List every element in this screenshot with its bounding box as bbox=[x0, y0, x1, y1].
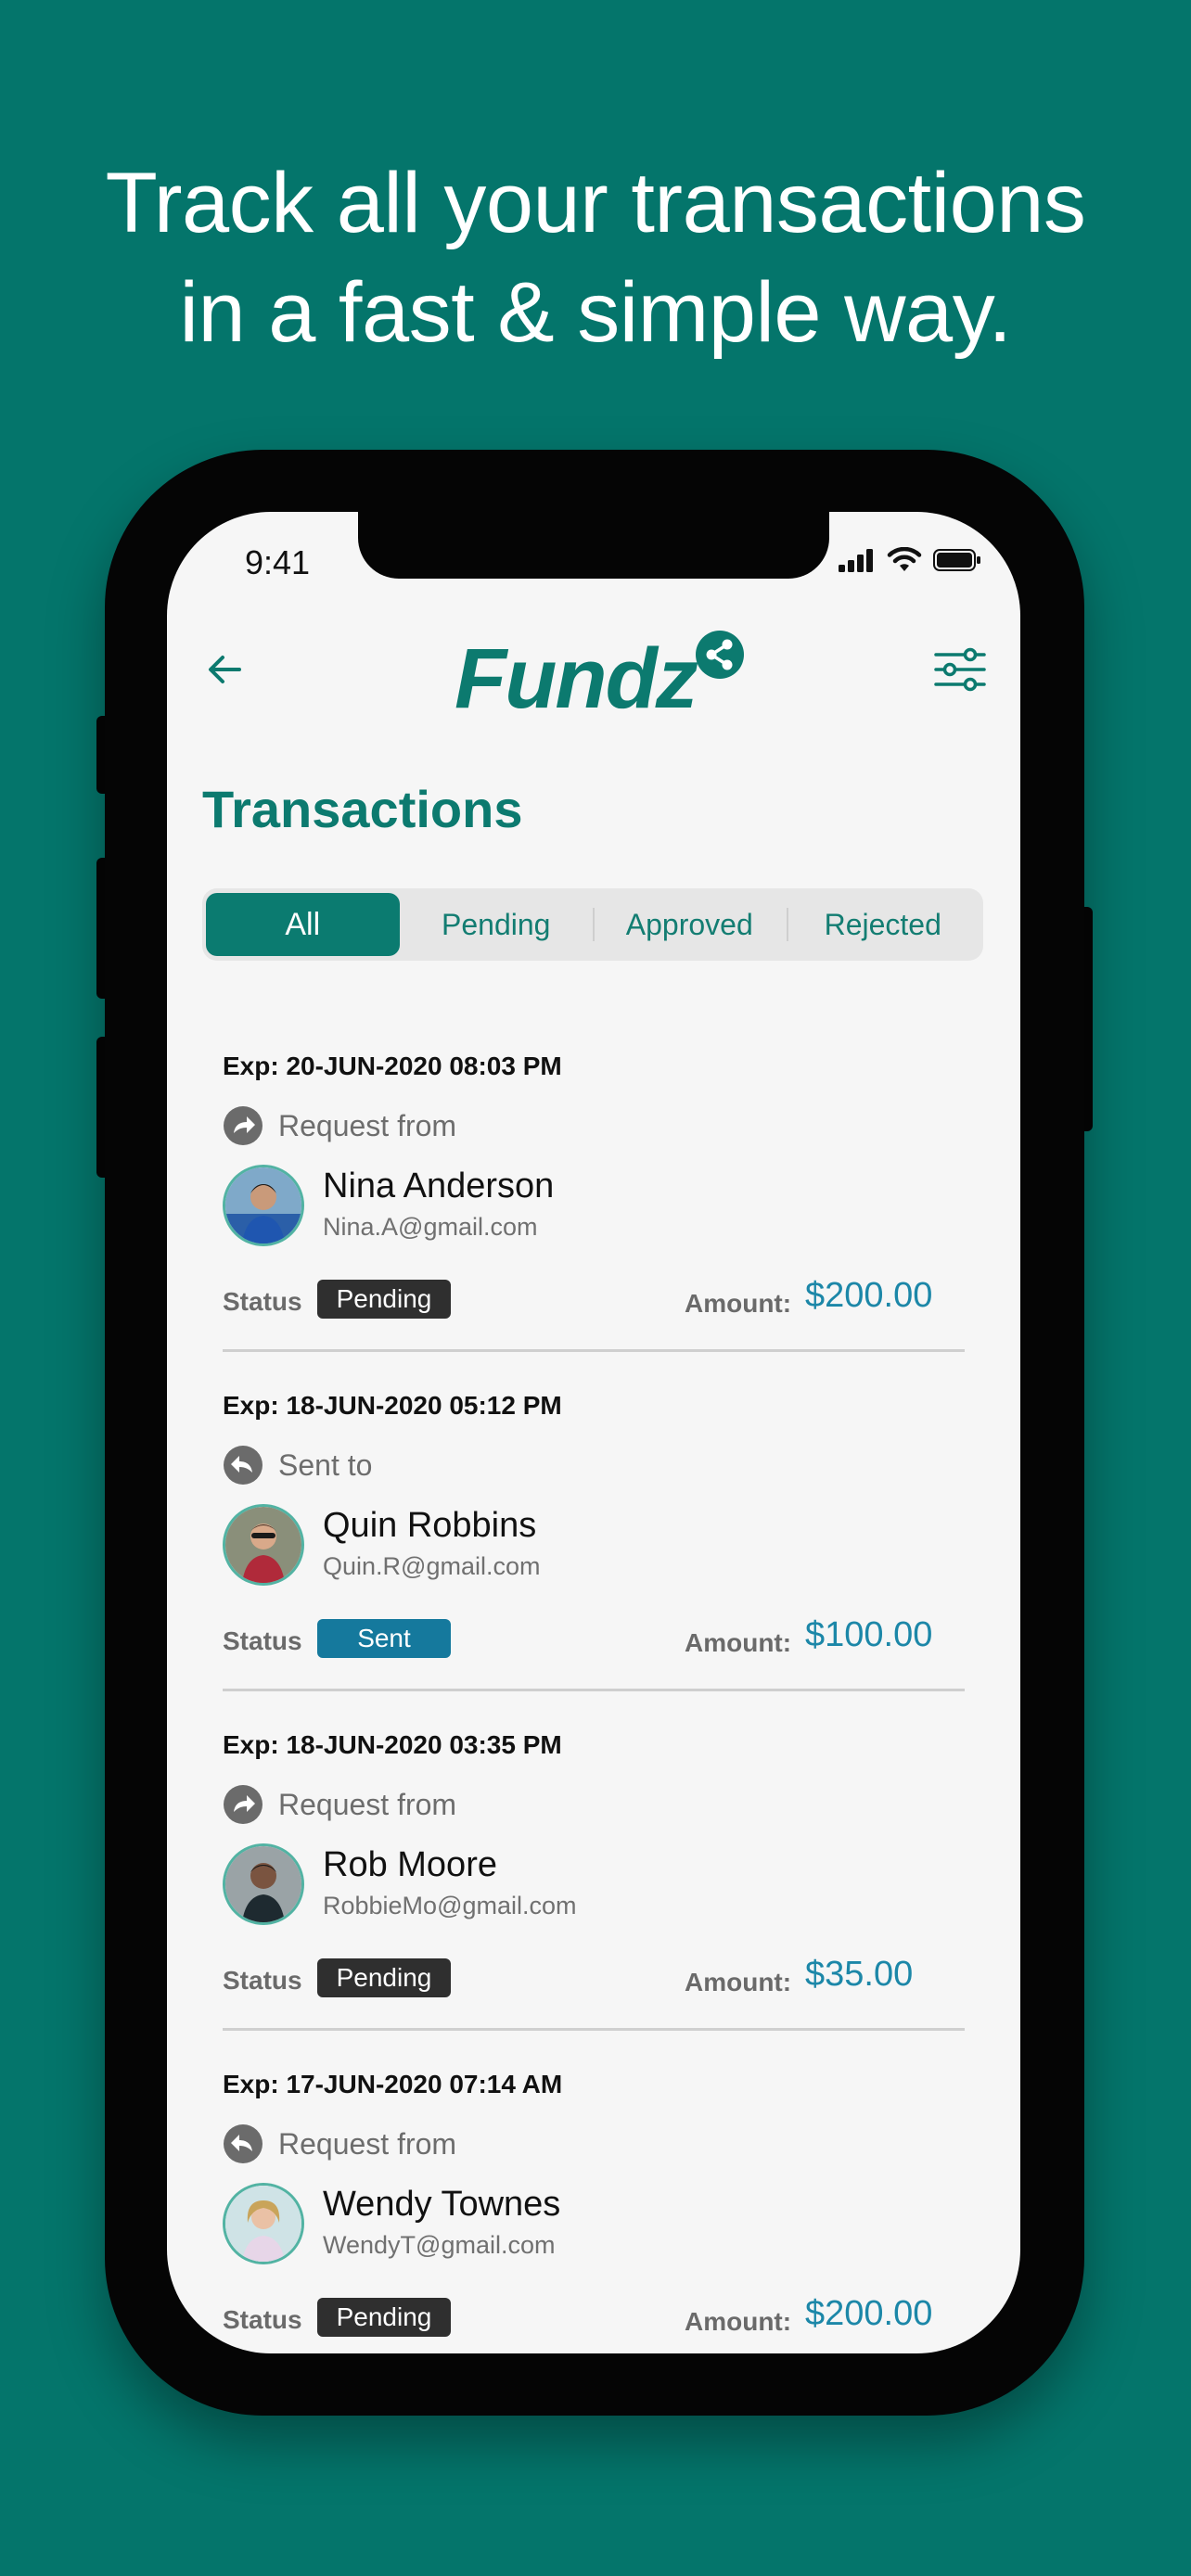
status-tabs: All Pending Approved Rejected bbox=[202, 888, 983, 961]
amount-value: $35.00 bbox=[805, 1955, 914, 1994]
marketing-headline: Track all your transactions in a fast & … bbox=[0, 148, 1191, 367]
reply-arrow-icon bbox=[224, 2124, 263, 2163]
amount-label: Amount: bbox=[685, 1628, 792, 1657]
contact-email: RobbieMo@gmail.com bbox=[323, 1892, 577, 1919]
avatar bbox=[223, 1843, 304, 1925]
signal-icon bbox=[839, 549, 873, 572]
tab-all[interactable]: All bbox=[206, 893, 400, 956]
contact-email: Quin.R@gmail.com bbox=[323, 1552, 541, 1580]
status-label: Status bbox=[223, 2305, 302, 2334]
filter-sliders-icon[interactable] bbox=[933, 645, 987, 694]
tab-approved[interactable]: Approved bbox=[593, 893, 787, 956]
status-badge: Pending bbox=[317, 1280, 451, 1319]
forward-arrow-icon bbox=[224, 1106, 263, 1145]
direction-label: Request from bbox=[278, 2126, 457, 2161]
contact-email: Nina.A@gmail.com bbox=[323, 1213, 538, 1241]
back-arrow-icon[interactable] bbox=[202, 647, 247, 692]
reply-arrow-icon bbox=[224, 1446, 263, 1485]
direction-label: Request from bbox=[278, 1787, 457, 1821]
battery-icon bbox=[933, 549, 980, 571]
transaction-card[interactable]: Exp: 17-JUN-2020 07:14 AM Request from W… bbox=[223, 2031, 965, 2353]
expiry-date: Exp: 20-JUN-2020 08:03 PM bbox=[223, 1052, 562, 1080]
forward-arrow-icon bbox=[224, 1785, 263, 1824]
contact-name: Quin Robbins bbox=[323, 1506, 537, 1545]
amount-value: $200.00 bbox=[805, 2294, 933, 2333]
contact-email: WendyT@gmail.com bbox=[323, 2231, 556, 2259]
status-label: Status bbox=[223, 1626, 302, 1655]
logo-text: Fundz bbox=[455, 631, 698, 726]
avatar bbox=[223, 1504, 304, 1586]
status-label: Status bbox=[223, 1966, 302, 1995]
tab-pending[interactable]: Pending bbox=[400, 893, 594, 956]
status-label: Status bbox=[223, 1287, 302, 1316]
expiry-date: Exp: 18-JUN-2020 03:35 PM bbox=[223, 1730, 562, 1759]
avatar bbox=[223, 1165, 304, 1246]
wifi-icon bbox=[887, 547, 922, 571]
phone-screen: 9:41 Fundz Transactions All Pending Appr… bbox=[167, 512, 1020, 2353]
direction-row: Request from bbox=[223, 1105, 456, 1146]
direction-label: Request from bbox=[278, 1108, 457, 1142]
transaction-card[interactable]: Exp: 20-JUN-2020 08:03 PM Request from N… bbox=[223, 1013, 965, 1352]
transaction-card[interactable]: Exp: 18-JUN-2020 05:12 PM Sent to Quin R… bbox=[223, 1352, 965, 1691]
direction-label: Sent to bbox=[278, 1447, 373, 1482]
transaction-list: Exp: 20-JUN-2020 08:03 PM Request from N… bbox=[223, 1013, 965, 2353]
tab-rejected[interactable]: Rejected bbox=[786, 893, 980, 956]
amount-label: Amount: bbox=[685, 1968, 792, 1996]
amount-value: $100.00 bbox=[805, 1615, 933, 1654]
headline-line-2: in a fast & simple way. bbox=[179, 265, 1012, 360]
status-time: 9:41 bbox=[245, 543, 311, 581]
status-icons bbox=[839, 547, 981, 573]
fundz-logo: Fundz bbox=[455, 631, 751, 726]
amount-label: Amount: bbox=[685, 1289, 792, 1318]
contact-name: Nina Anderson bbox=[323, 1167, 555, 1205]
expiry-date: Exp: 17-JUN-2020 07:14 AM bbox=[223, 2070, 563, 2098]
direction-row: Request from bbox=[223, 1784, 456, 1825]
page-title: Transactions bbox=[202, 780, 523, 838]
amount-label: Amount: bbox=[685, 2307, 792, 2336]
direction-row: Request from bbox=[223, 2123, 456, 2164]
share-icon bbox=[696, 631, 744, 679]
phone-notch bbox=[358, 512, 829, 579]
headline-line-1: Track all your transactions bbox=[105, 156, 1086, 250]
transaction-card[interactable]: Exp: 18-JUN-2020 03:35 PM Request from R… bbox=[223, 1691, 965, 2031]
contact-name: Rob Moore bbox=[323, 1845, 497, 1884]
avatar bbox=[223, 2183, 304, 2264]
contact-name: Wendy Townes bbox=[323, 2185, 561, 2224]
status-badge: Pending bbox=[317, 1958, 451, 1997]
status-badge: Sent bbox=[317, 1619, 451, 1658]
amount-value: $200.00 bbox=[805, 1276, 933, 1315]
expiry-date: Exp: 18-JUN-2020 05:12 PM bbox=[223, 1391, 562, 1420]
direction-row: Sent to bbox=[223, 1445, 372, 1486]
status-badge: Pending bbox=[317, 2298, 451, 2337]
